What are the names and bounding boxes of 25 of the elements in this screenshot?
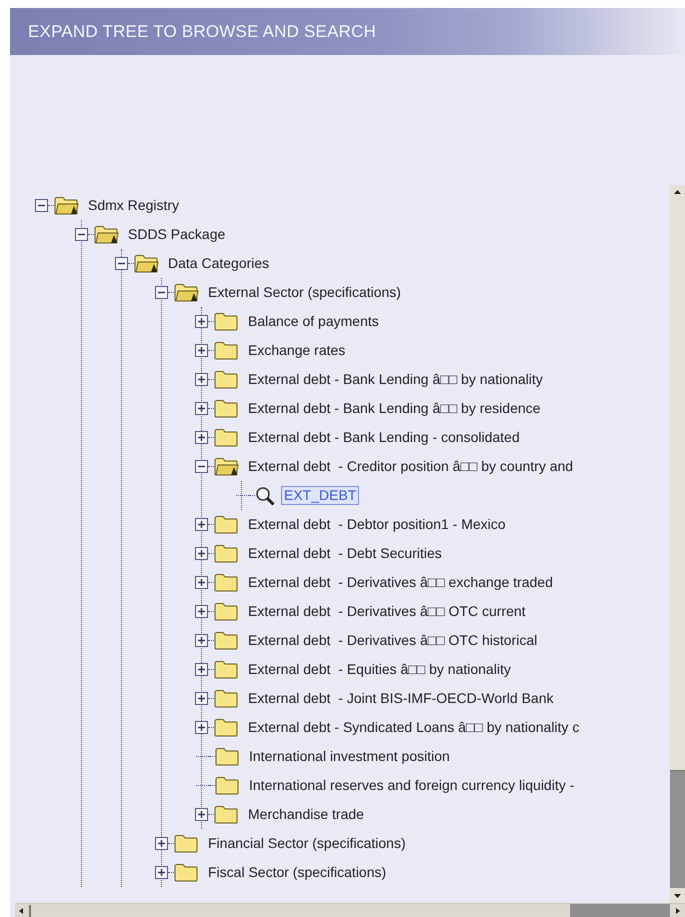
tree-node-label[interactable]: Exchange rates [245, 341, 348, 360]
tree-node-label[interactable]: SDDS Package [125, 225, 228, 244]
tree-node-label[interactable]: External Sector (specifications) [205, 283, 404, 302]
header-title: EXPAND TREE TO BROWSE AND SEARCH [28, 20, 376, 43]
tree-node-label[interactable]: Balance of payments [245, 312, 382, 331]
tree-node-label[interactable]: EXT_DEBT [281, 486, 360, 505]
tree-node-label[interactable]: External debt - Creditor position â□□ by country and [245, 457, 576, 476]
tree-node-label[interactable]: External debt - Bank Lending - consolidated [245, 428, 523, 447]
tree-node-label[interactable]: International investment position [246, 747, 453, 766]
tree-node-label[interactable]: External debt - Bank Lending â□□ by residence [245, 399, 544, 418]
tree-node-label[interactable]: External debt - Bank Lending â□□ by nationality [245, 370, 546, 389]
tree-node-label[interactable]: External debt - Syndicated Loans â□□ by nationality c [245, 718, 582, 737]
tree-node-label[interactable]: External debt - Equities â□□ by nationality [245, 660, 514, 679]
tree-node-label[interactable]: External debt - Derivatives â□□ exchange traded [245, 573, 556, 592]
tree-node-label[interactable]: Merchandise trade [245, 805, 367, 824]
tree-node-label[interactable]: External debt - Derivatives â□□ OTC historical [245, 631, 540, 650]
tree-node-label[interactable]: External debt - Derivatives â□□ OTC current [245, 602, 529, 621]
tree-node-label[interactable]: External debt - Debt Securities [245, 544, 445, 563]
tree-node-label[interactable]: External debt - Joint BIS-IMF-OECD-World Bank [245, 689, 556, 708]
tree-node-label[interactable]: Data Categories [165, 254, 272, 273]
tree-node-label[interactable]: Sdmx Registry [85, 196, 182, 215]
tree-node-label[interactable]: Fiscal Sector (specifications) [205, 863, 390, 882]
tree-node-label[interactable]: International reserves and foreign currency liquidity - [246, 776, 578, 795]
tree-node-label[interactable]: Financial Sector (specifications) [205, 834, 409, 853]
tree-node-label[interactable]: External debt - Debtor position1 - Mexico [245, 515, 509, 534]
